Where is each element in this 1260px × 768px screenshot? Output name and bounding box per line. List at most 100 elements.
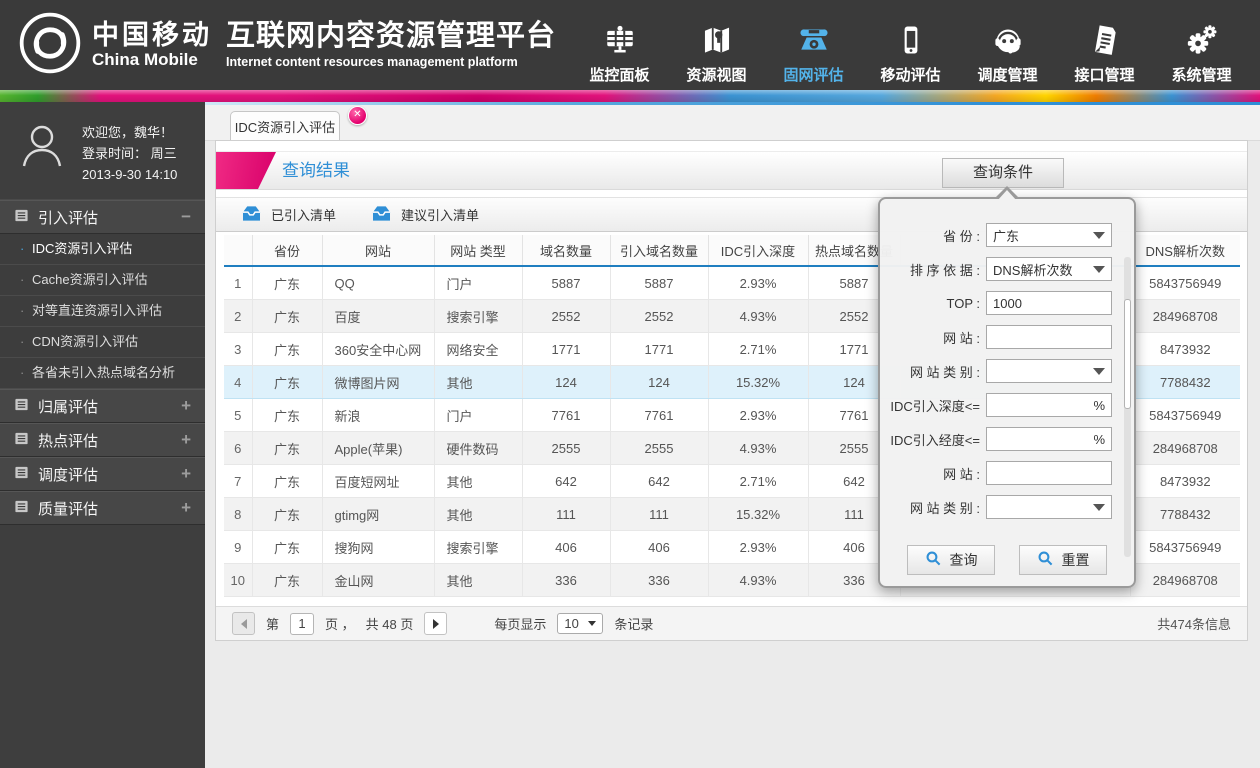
logo-area: 中国移动 China Mobile 互联网内容资源管理平台 Internet c… (0, 9, 556, 82)
text-input[interactable] (993, 295, 1105, 311)
section-toggle-icon[interactable]: − (181, 207, 191, 227)
field-label: IDC引入经度<= (890, 432, 980, 448)
text-input[interactable] (993, 397, 1094, 413)
field-label: 网 站 类 别 : (909, 364, 980, 380)
select-field[interactable] (986, 359, 1112, 383)
avatar-icon (14, 118, 70, 185)
popup-scrollbar-thumb[interactable] (1124, 299, 1131, 409)
nav-item-固网评估[interactable]: 固网评估 (765, 6, 862, 85)
toolbar-button-已引入清单[interactable]: 已引入清单 (240, 205, 336, 225)
table-cell: 124 (521, 365, 610, 399)
section-toggle-icon[interactable]: + (181, 396, 191, 416)
sidebar-section-引入评估[interactable]: 引入评估 − (0, 200, 205, 234)
nav-item-移动评估[interactable]: 移动评估 (862, 6, 959, 85)
section-toggle-icon[interactable]: + (181, 498, 191, 518)
popup-scrollbar[interactable] (1124, 257, 1131, 557)
input-field[interactable] (986, 461, 1112, 485)
table-cell: 金山网 (321, 563, 434, 597)
table-cell: 8 (224, 497, 252, 531)
prev-page-button[interactable] (232, 612, 255, 635)
toolbar-button-建议引入清单[interactable]: 建议引入清单 (370, 205, 479, 225)
total-records-info: 共474条信息 (1157, 617, 1231, 632)
table-cell: 642 (609, 464, 708, 498)
input-field[interactable]: % (986, 427, 1112, 451)
search-button[interactable]: 查询 (907, 545, 995, 575)
section-toggle-icon[interactable]: + (181, 430, 191, 450)
tab-strip: IDC资源引入评估 ✕ (205, 105, 1260, 141)
next-page-button[interactable] (424, 612, 448, 635)
table-cell: 15.32% (707, 497, 808, 531)
table-cell: 微博图片网 (321, 365, 434, 399)
query-field-row: IDC引入经度<=% (880, 427, 1134, 451)
table-cell: 网络安全 (433, 332, 522, 366)
table-cell: 硬件数码 (433, 431, 522, 465)
nav-item-监控面板[interactable]: 监控面板 (571, 6, 668, 85)
table-cell: 广东 (251, 464, 322, 498)
sidebar-item-各省未引入热点域名分析[interactable]: · 各省未引入热点域名分析 (0, 358, 205, 389)
table-cell: 2.93% (707, 266, 808, 300)
sidebar-item-CDN资源引入评估[interactable]: · CDN资源引入评估 (0, 327, 205, 358)
select-field[interactable] (986, 495, 1112, 519)
input-field[interactable]: % (986, 393, 1112, 417)
input-field[interactable] (986, 325, 1112, 349)
table-cell: 336 (521, 563, 610, 597)
table-cell: 2552 (521, 299, 610, 333)
per-page-label: 每页显示 (494, 617, 547, 632)
select-field[interactable]: DNS解析次数 (986, 257, 1112, 281)
tab-close-icon[interactable]: ✕ (348, 106, 367, 125)
bullet-icon: · (20, 334, 25, 349)
section-toggle-icon[interactable]: + (181, 464, 191, 484)
text-input[interactable] (993, 465, 1105, 481)
nav-label: 监控面板 (589, 66, 650, 84)
query-field-row: IDC引入深度<=% (880, 393, 1134, 417)
select-field[interactable]: 广东 (986, 223, 1112, 247)
text-input[interactable] (993, 431, 1094, 447)
input-field[interactable] (986, 291, 1112, 315)
per-page-select[interactable]: 10 (557, 613, 604, 634)
table-cell: 4.93% (707, 563, 808, 597)
table-cell: Apple(苹果) (321, 431, 434, 465)
page-number-input[interactable]: 1 (290, 612, 315, 635)
china-mobile-logo-icon (16, 9, 84, 82)
table-cell: 15.32% (707, 365, 808, 399)
text-input[interactable] (993, 329, 1105, 345)
gears-icon (1153, 19, 1250, 57)
nav-label: 调度管理 (977, 66, 1038, 84)
doc-small-icon (14, 208, 29, 227)
query-conditions-button[interactable]: 查询条件 (942, 158, 1064, 188)
nav-item-系统管理[interactable]: 系统管理 (1153, 6, 1250, 85)
bullet-icon: · (20, 303, 25, 318)
sidebar-item-Cache资源引入评估[interactable]: · Cache资源引入评估 (0, 265, 205, 296)
field-label: 网 站 : (943, 466, 980, 482)
nav-item-调度管理[interactable]: 调度管理 (959, 6, 1056, 85)
nav-item-接口管理[interactable]: 接口管理 (1056, 6, 1153, 85)
table-cell: 124 (609, 365, 708, 399)
sidebar-item-IDC资源引入评估[interactable]: · IDC资源引入评估 (0, 234, 205, 265)
table-cell: 284968708 (1129, 299, 1240, 333)
search-icon (925, 550, 942, 570)
inbox-icon (370, 205, 393, 225)
sidebar-section-质量评估[interactable]: 质量评估 + (0, 491, 205, 525)
result-title: 查询结果 (282, 161, 350, 180)
sidebar-item-对等直连资源引入评估[interactable]: · 对等直连资源引入评估 (0, 296, 205, 327)
inbox-icon (240, 205, 263, 225)
search-icon (1037, 550, 1054, 570)
tab-idc-assessment[interactable]: IDC资源引入评估 ✕ (230, 106, 367, 140)
table-cell: 百度短网址 (321, 464, 434, 498)
reset-button[interactable]: 重置 (1019, 545, 1107, 575)
table-cell: 其他 (433, 563, 522, 597)
sidebar-section-归属评估[interactable]: 归属评估 + (0, 389, 205, 423)
table-cell: 6 (224, 431, 252, 465)
table-cell: 搜狗网 (321, 530, 434, 564)
sidebar-section-调度评估[interactable]: 调度评估 + (0, 457, 205, 491)
table-cell: 5887 (609, 266, 708, 300)
field-label: 省 份 : (943, 228, 980, 244)
table-cell: 4.93% (707, 431, 808, 465)
table-cell: 1771 (521, 332, 610, 366)
sidebar-section-热点评估[interactable]: 热点评估 + (0, 423, 205, 457)
table-cell: 门户 (433, 266, 522, 300)
table-cell: 284968708 (1129, 431, 1240, 465)
table-cell: 新浪 (321, 398, 434, 432)
table-cell: 广东 (251, 530, 322, 564)
nav-item-资源视图[interactable]: 资源视图 (668, 6, 765, 85)
